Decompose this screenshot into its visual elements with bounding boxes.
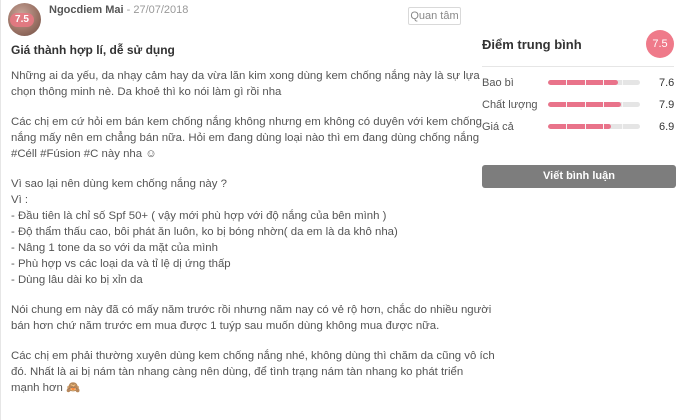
score-value: 7.9	[659, 99, 675, 111]
overall-score-badge: 7.5	[646, 30, 674, 58]
review-paragraph: Các chị em phải thường xuyên dùng kem ch…	[11, 348, 495, 396]
paragraph-line: - Phù hợp vs các loại da và tỉ lệ dị ứng…	[11, 258, 231, 270]
paragraph-line: Nói chung em này đã có mấy năm trước rồi…	[11, 304, 492, 316]
bar-segment-tick	[566, 124, 568, 129]
bar-segment-tick	[603, 102, 605, 107]
score-bar	[548, 80, 640, 85]
score-row-packaging: Bao bì 7.6	[482, 75, 682, 91]
review-paragraph: Các chị em cứ hỏi em bán kem chống nắng …	[11, 114, 483, 162]
score-value: 6.9	[659, 121, 675, 133]
paragraph-line: Vì sao lại nên dùng kem chống nắng này ?	[11, 178, 227, 190]
score-bar	[548, 124, 640, 129]
review-paragraph: Những ai da yếu, da nhạy cảm hay da vừa …	[11, 68, 480, 100]
score-row-quality: Chất lượng 7.9	[482, 97, 682, 113]
paragraph-line: - Nâng 1 tone da so với da mặt của mình	[11, 242, 218, 254]
score-bar-fill	[548, 124, 612, 129]
author-name[interactable]: Ngocdiem Mai	[49, 4, 124, 16]
bar-segment-tick	[584, 102, 586, 107]
paragraph-line: Những ai da yếu, da nhạy cảm hay da vừa …	[11, 70, 480, 82]
review-content: Giá thành hợp lí, dễ sử dụng Những ai da…	[11, 42, 495, 410]
paragraph-line: chọn thông minh nè. Da khoẻ thì ko nói l…	[11, 86, 282, 98]
write-comment-button[interactable]: Viết bình luận	[482, 165, 676, 188]
paragraph-line: Vì :	[11, 194, 29, 206]
paragraph-line: Các chị em cứ hỏi em bán kem chống nắng …	[11, 116, 483, 128]
bar-segment-tick	[621, 80, 623, 85]
bar-segment-tick	[584, 80, 586, 85]
score-row-price: Giá cả 6.9	[482, 119, 682, 135]
score-label: Giá cả	[482, 121, 514, 133]
score-label: Bao bì	[482, 77, 514, 89]
paragraph-line: #Céll #Fúsion #C này nha ☺	[11, 148, 157, 160]
review-date: - 27/07/2018	[123, 4, 189, 16]
paragraph-line: - Đầu tiên là chỉ số Spf 50+ ( vậy mới p…	[11, 210, 387, 222]
divider	[482, 66, 674, 67]
paragraph-line: mạnh hơn 🙈	[11, 382, 81, 394]
bar-segment-tick	[621, 102, 623, 107]
review-paragraph: Nói chung em này đã có mấy năm trước rồi…	[11, 302, 492, 334]
paragraph-line: Các chị em phải thường xuyên dùng kem ch…	[11, 350, 495, 362]
bar-segment-tick	[621, 124, 623, 129]
bar-segment-tick	[603, 80, 605, 85]
paragraph-line: - Dùng lâu dài ko bị xỉn da	[11, 274, 143, 286]
score-bar	[548, 102, 640, 107]
review-card: 7.5 Ngocdiem Mai - 27/07/2018 Quan tâm G…	[0, 0, 684, 420]
avatar-score-badge: 7.5	[10, 13, 34, 27]
bar-segment-tick	[566, 80, 568, 85]
paragraph-line: nắng mấy nên em chẳng bán nữa. Hỏi em đa…	[11, 132, 480, 144]
paragraph-line: đó. Nhất là ai bị nám tàn nhang càng nên…	[11, 366, 464, 378]
score-label: Chất lượng	[482, 99, 538, 111]
score-bar-fill	[548, 80, 618, 85]
follow-button[interactable]: Quan tâm	[408, 7, 461, 25]
score-panel-title: Điểm trung bình	[482, 37, 582, 52]
author-line: Ngocdiem Mai - 27/07/2018	[49, 4, 188, 16]
bar-segment-tick	[603, 124, 605, 129]
paragraph-line: - Độ thẩm thấu cao, bôi phát ăn luôn, ko…	[11, 226, 398, 238]
paragraph-line: bán hơn chứ năm trước em mua được 1 tuýp…	[11, 320, 440, 332]
score-value: 7.6	[659, 77, 675, 89]
review-paragraph: Vì sao lại nên dùng kem chống nắng này ?…	[11, 176, 466, 288]
bar-segment-tick	[584, 124, 586, 129]
bar-segment-tick	[566, 102, 568, 107]
review-title: Giá thành hợp lí, dễ sử dụng	[11, 43, 175, 57]
